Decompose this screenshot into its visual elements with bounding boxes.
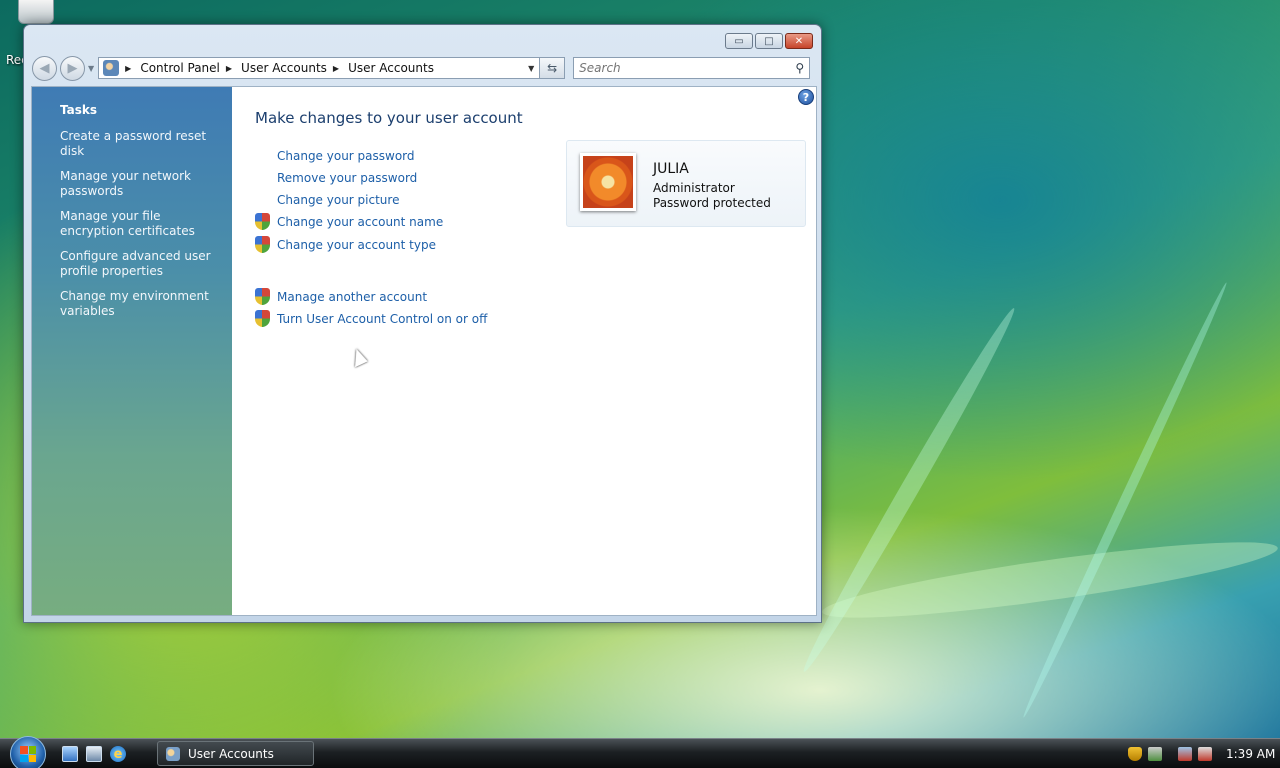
forward-button[interactable]: ▶ (60, 55, 85, 81)
taskbar: e User Accounts 1:39 AM (0, 736, 1280, 768)
content-area: Tasks Create a password reset disk Manag… (31, 86, 817, 616)
change-password-link[interactable]: Change your password (277, 149, 415, 163)
breadcrumb-separator-icon[interactable]: ▶ (125, 64, 131, 73)
close-button[interactable]: ✕ (785, 33, 813, 49)
volume-muted-icon[interactable] (1198, 747, 1212, 761)
wallpaper-streak (819, 528, 1280, 632)
account-role: Administrator (653, 181, 735, 195)
search-icon[interactable]: ⚲ (795, 61, 804, 75)
breadcrumb-control-panel[interactable]: Control Panel (140, 61, 220, 75)
network-icon[interactable] (1148, 747, 1162, 761)
search-input[interactable] (579, 61, 796, 75)
system-tray: 1:39 AM (1120, 739, 1280, 768)
breadcrumb-user-accounts-current[interactable]: User Accounts (348, 61, 434, 75)
change-picture-link[interactable]: Change your picture (277, 193, 399, 207)
forward-arrow-icon: ▶ (67, 60, 78, 76)
manage-another-account-link[interactable]: Manage another account (277, 290, 427, 304)
account-picture-flower (580, 153, 636, 211)
show-desktop-icon[interactable] (62, 746, 78, 762)
address-dropdown-icon[interactable]: ▼ (523, 64, 539, 73)
recent-pages-dropdown-icon[interactable]: ▼ (88, 64, 94, 73)
sidebar-item-environment-variables[interactable]: Change my environment variables (60, 289, 220, 319)
search-box[interactable]: ⚲ (573, 57, 811, 79)
internet-explorer-icon[interactable]: e (110, 746, 126, 762)
main-panel: ? Make changes to your user account Chan… (232, 87, 816, 615)
help-icon[interactable]: ? (798, 89, 814, 105)
user-accounts-icon (166, 746, 180, 761)
taskbar-button-label: User Accounts (188, 746, 274, 761)
breadcrumb-user-accounts[interactable]: User Accounts (241, 61, 327, 75)
uac-shield-icon (255, 288, 270, 305)
change-account-type-link[interactable]: Change your account type (277, 238, 436, 252)
account-card: JULIA Administrator Password protected (566, 140, 806, 227)
window-controls: ▭ □ ✕ (725, 33, 813, 49)
uac-shield-icon (255, 236, 270, 253)
switch-windows-icon[interactable] (86, 746, 102, 762)
uac-shield-icon (255, 310, 270, 327)
breadcrumb-separator-icon[interactable]: ▶ (226, 64, 232, 73)
page-title: Make changes to your user account (255, 109, 523, 127)
uac-shield-icon (255, 213, 270, 230)
account-name: JULIA (653, 161, 689, 177)
navigation-bar: ◀ ▶ ▼ ▶ Control Panel ▶ User Accounts ▶ … (32, 55, 813, 81)
remove-password-link[interactable]: Remove your password (277, 171, 417, 185)
windows-logo-icon (20, 746, 36, 762)
display-icon[interactable] (1178, 747, 1192, 761)
refresh-button[interactable]: ⇆ (540, 57, 566, 79)
recycle-bin-icon[interactable] (14, 0, 56, 26)
sidebar-item-network-passwords[interactable]: Manage your network passwords (60, 169, 220, 199)
tasks-sidebar: Tasks Create a password reset disk Manag… (32, 87, 232, 615)
breadcrumb-separator-icon[interactable]: ▶ (333, 64, 339, 73)
back-arrow-icon: ◀ (39, 60, 50, 76)
wallpaper-streak (796, 303, 1022, 677)
control-panel-icon (103, 60, 120, 76)
security-shield-icon[interactable] (1128, 747, 1142, 761)
sidebar-item-encryption-certificates[interactable]: Manage your file encryption certificates (60, 209, 220, 239)
change-account-name-link[interactable]: Change your account name (277, 215, 443, 229)
maximize-button[interactable]: □ (755, 33, 783, 49)
user-accounts-window: ▭ □ ✕ ◀ ▶ ▼ ▶ Control Panel ▶ User Accou… (23, 24, 822, 623)
start-button[interactable] (10, 736, 46, 768)
sidebar-item-profile-properties[interactable]: Configure advanced user profile properti… (60, 249, 220, 279)
toggle-uac-link[interactable]: Turn User Account Control on or off (277, 312, 487, 326)
account-status: Password protected (653, 196, 771, 210)
clock[interactable]: 1:39 AM (1226, 747, 1275, 761)
address-bar[interactable]: ▶ Control Panel ▶ User Accounts ▶ User A… (98, 57, 541, 79)
taskbar-button-user-accounts[interactable]: User Accounts (157, 741, 314, 766)
sidebar-item-password-reset-disk[interactable]: Create a password reset disk (60, 129, 220, 159)
minimize-button[interactable]: ▭ (725, 33, 753, 49)
wallpaper-streak (1019, 280, 1231, 720)
tasks-heading: Tasks (60, 103, 98, 117)
refresh-icon: ⇆ (547, 61, 558, 75)
back-button[interactable]: ◀ (32, 55, 57, 81)
